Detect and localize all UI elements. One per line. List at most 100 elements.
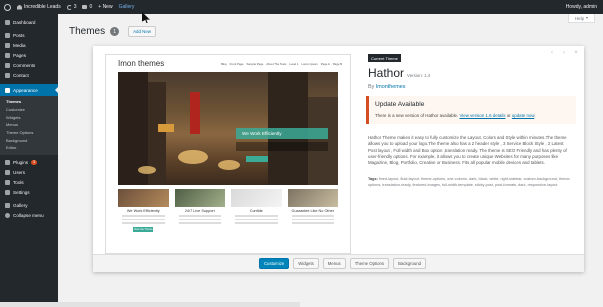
submenu-item-theme-options[interactable]: Theme Options	[0, 129, 58, 137]
comments-count: 0	[89, 4, 93, 10]
widgets-button[interactable]: Widgets	[293, 258, 319, 269]
page-icon	[5, 52, 10, 58]
preview-nav-item: Page B	[332, 61, 342, 66]
close-icon[interactable]: ×	[573, 50, 579, 56]
sidebar-item-posts[interactable]: Posts	[0, 30, 58, 40]
sidebar-item-label: Settings	[13, 190, 30, 196]
collapse-icon	[5, 213, 10, 219]
theme-author-link[interactable]: Imonthemes	[376, 84, 406, 90]
preview-hero-image: We Work Efficiently	[118, 72, 338, 185]
new-content-link[interactable]: + New	[95, 0, 115, 14]
preview-nav: Blog Front Page Sample Page About The Te…	[221, 62, 342, 66]
customize-button[interactable]: Customize	[258, 258, 290, 269]
site-name: Incredible Leads	[24, 4, 61, 10]
theme-details-overlay: ‹ › × Imon themes Blog Front Page Sample…	[93, 46, 584, 272]
notice-title: Update Available	[375, 101, 425, 108]
preview-features: We Work Efficiently View the Theme 24/7 …	[118, 189, 338, 232]
updates-link[interactable]: 3	[64, 0, 80, 14]
preview-nav-item: Page A	[320, 61, 330, 66]
page-header: Themes 1 Add New	[69, 26, 156, 37]
preview-nav-item: Level 1	[289, 61, 299, 66]
submenu-item-menus[interactable]: Menus	[0, 121, 58, 129]
preview-feature-title: Confide	[249, 209, 263, 213]
plugins-update-badge: 3	[31, 160, 38, 166]
sidebar-item-gallery[interactable]: Gallery	[0, 201, 58, 211]
theme-screenshot: Imon themes Blog Front Page Sample Page …	[105, 54, 351, 254]
sidebar-item-label: Comments	[13, 62, 36, 68]
submenu-item-customize[interactable]: Customize	[0, 106, 58, 114]
home-icon	[17, 4, 22, 10]
wordpress-logo-button[interactable]	[0, 0, 14, 14]
sidebar-item-label: Dashboard	[13, 19, 36, 25]
view-details-link[interactable]: View version 1.6 details	[459, 113, 505, 118]
sidebar-item-contact[interactable]: Contact	[0, 70, 58, 80]
sidebar-item-settings[interactable]: Settings	[0, 188, 58, 198]
preview-nav-item: Blog	[221, 61, 227, 66]
theme-version: Version: 1.4	[407, 73, 431, 78]
submenu-item-editor[interactable]: Editor	[0, 144, 58, 152]
gallery-link[interactable]: Gallery	[116, 0, 138, 14]
comment-icon	[5, 62, 10, 68]
sidebar-item-dashboard[interactable]: Dashboard	[0, 17, 58, 27]
notice-text-pre: There is a new version of Hathor availab…	[375, 113, 460, 118]
theme-description: Hathor Theme makes it easy to fully cust…	[368, 135, 567, 166]
contact-icon	[5, 72, 10, 78]
update-now-link[interactable]: update now	[512, 113, 534, 118]
updates-icon	[66, 4, 72, 10]
sidebar-item-pages[interactable]: Pages	[0, 50, 58, 60]
status-strip	[0, 302, 300, 307]
collapse-menu-button[interactable]: Collapse menu	[0, 211, 58, 221]
appearance-submenu: Themes Customize Widgets Menus Theme Opt…	[0, 96, 58, 155]
page-title: Themes	[69, 26, 106, 37]
media-icon	[5, 42, 10, 48]
admin-bar: Incredible Leads 3 0 + New Gallery Howdy…	[0, 0, 603, 14]
plugin-icon	[5, 160, 10, 166]
preview-feature-title: 24/7 Live Support	[184, 209, 215, 213]
preview-nav-item: Sample Page	[246, 61, 264, 66]
admin-sidebar: Dashboard Posts Media Pages Comments Con…	[0, 14, 58, 307]
pin-icon	[5, 32, 10, 38]
preview-feature-title: Guarantee Like No Other	[291, 209, 334, 213]
notice-text-post: .	[534, 113, 536, 118]
background-button[interactable]: Background	[393, 258, 427, 269]
tags-label: Tags:	[368, 177, 378, 182]
theme-count-badge: 1	[110, 27, 120, 36]
users-icon	[5, 170, 10, 176]
preview-feature-button: View the Theme	[133, 226, 154, 232]
preview-feature: We Work Efficiently View the Theme	[118, 189, 169, 232]
preview-nav-item: Front Page	[229, 61, 244, 66]
comment-icon	[82, 5, 88, 9]
sidebar-item-users[interactable]: Users	[0, 168, 58, 178]
submenu-item-background[interactable]: Background	[0, 136, 58, 144]
theme-author-line: By Imonthemes	[368, 84, 573, 90]
tags-list: fixed-layout, fluid-layout, theme-option…	[368, 177, 571, 187]
submenu-item-widgets[interactable]: Widgets	[0, 113, 58, 121]
chevron-down-icon	[586, 17, 589, 19]
site-name-link[interactable]: Incredible Leads	[14, 0, 64, 14]
sidebar-item-appearance[interactable]: Appearance	[0, 84, 58, 96]
sidebar-item-label: Tools	[13, 180, 24, 186]
sidebar-item-comments[interactable]: Comments	[0, 60, 58, 70]
sidebar-item-plugins[interactable]: Plugins 3	[0, 158, 58, 168]
preview-feature: Confide	[231, 189, 282, 232]
sidebar-item-label: Collapse menu	[13, 213, 44, 219]
submenu-item-themes[interactable]: Themes	[0, 98, 58, 106]
add-new-button[interactable]: Add New	[128, 26, 156, 37]
sidebar-item-media[interactable]: Media	[0, 40, 58, 50]
help-tab[interactable]: Help	[568, 14, 595, 23]
wordpress-icon	[3, 3, 11, 11]
theme-options-button[interactable]: Theme Options	[349, 258, 390, 269]
preview-nav-item: About The Tests	[266, 61, 287, 66]
sidebar-item-tools[interactable]: Tools	[0, 178, 58, 188]
theme-info-panel: Current Theme Hathor Version: 1.4 By Imo…	[366, 54, 576, 188]
theme-actions-bar: Customize Widgets Menus Theme Options Ba…	[93, 254, 584, 272]
theme-name-row: Hathor Version: 1.4	[368, 66, 573, 80]
new-label: + New	[98, 4, 113, 10]
settings-icon	[5, 190, 10, 196]
comments-link[interactable]: 0	[79, 0, 95, 14]
tools-icon	[5, 180, 10, 186]
menus-button[interactable]: Menus	[322, 258, 346, 269]
account-menu[interactable]: Howdy, admin	[563, 0, 603, 14]
sidebar-item-label: Appearance	[13, 87, 38, 93]
author-prefix: By	[368, 84, 376, 90]
